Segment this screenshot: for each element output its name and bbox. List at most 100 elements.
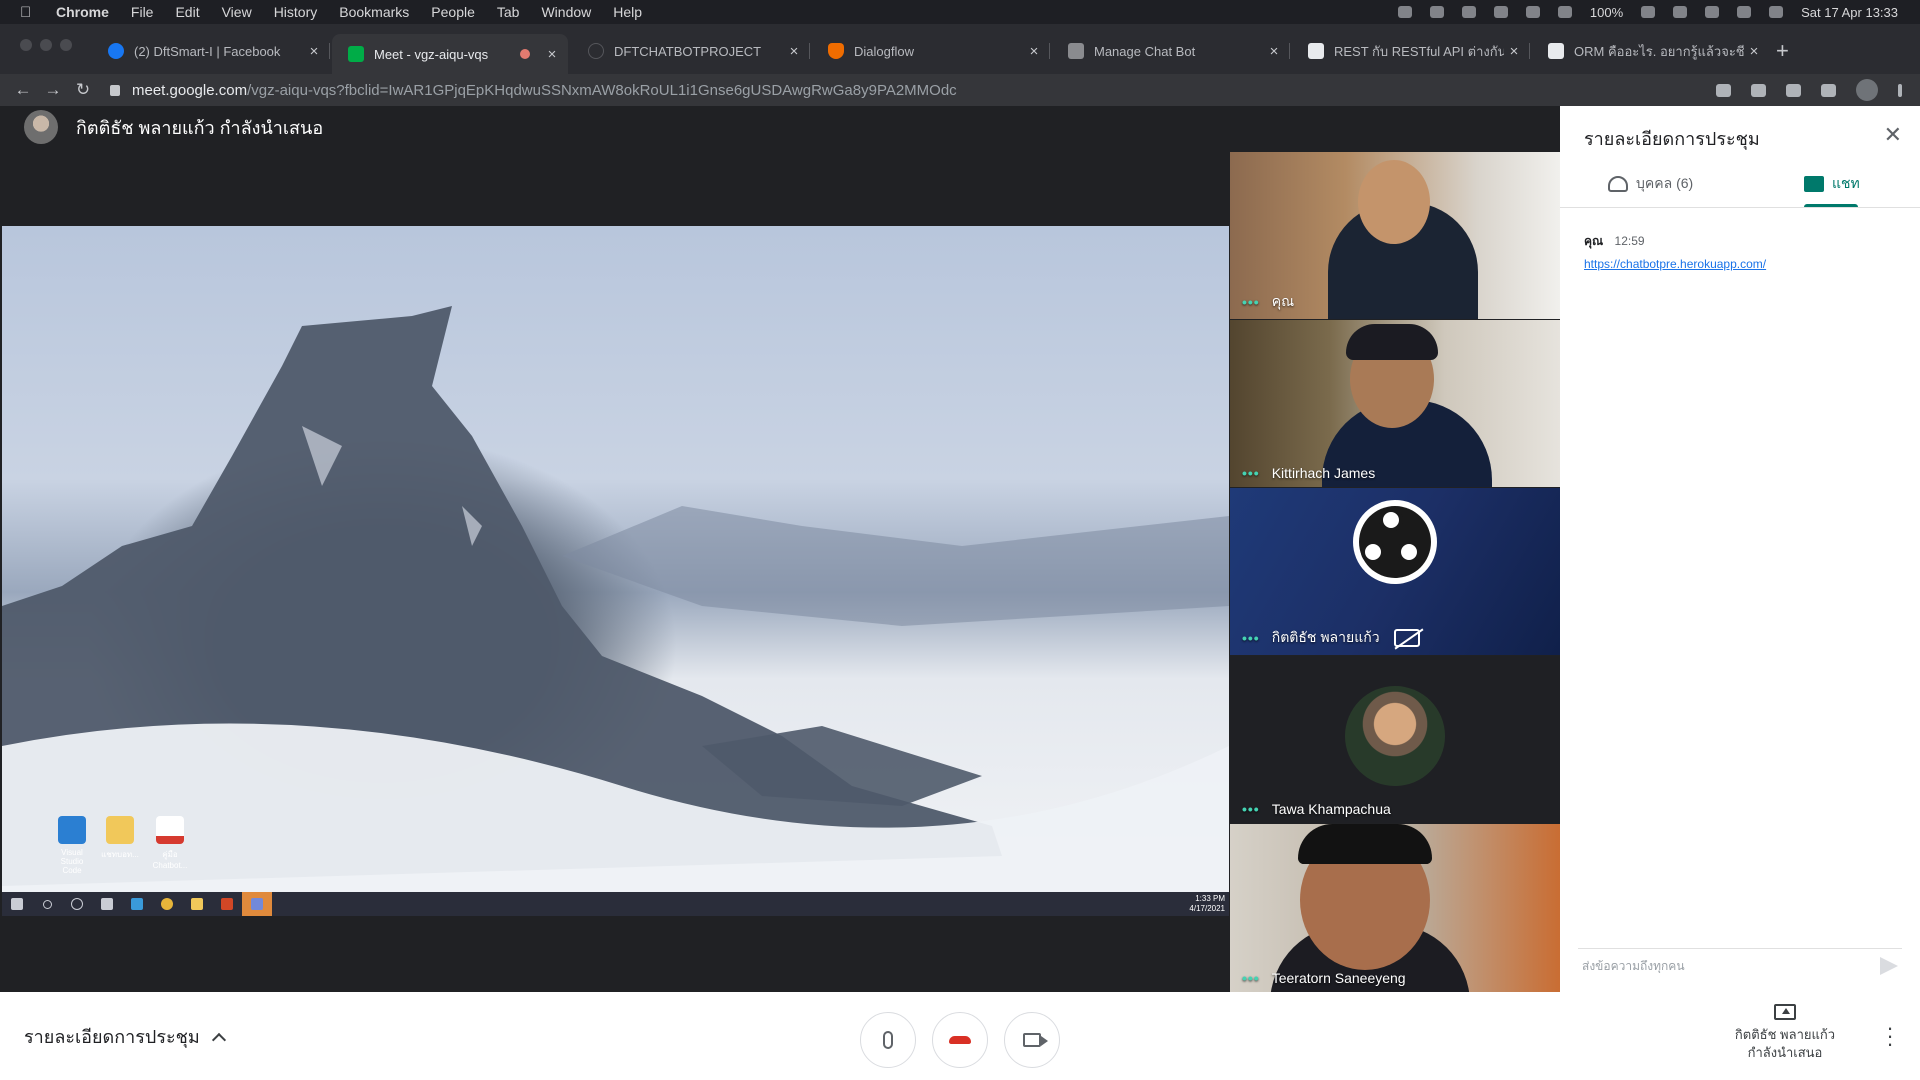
desktop-icon-vscode[interactable]: Visual Studio Code xyxy=(50,816,94,875)
cortana-icon[interactable] xyxy=(62,892,92,916)
tab-rest-api[interactable]: REST กับ RESTful API ต่างกันอย่างไร × xyxy=(1292,34,1530,68)
dialogflow-icon xyxy=(828,43,844,59)
spotlight-search-icon[interactable] xyxy=(1705,6,1720,18)
translate-icon[interactable] xyxy=(1751,83,1766,97)
more-options-icon[interactable]: · · · xyxy=(1880,1017,1900,1055)
participant-tile-kittirhach[interactable]: ••• Kittirhach James xyxy=(1230,320,1560,487)
tab-facebook[interactable]: (2) DftSmart-I | Facebook × xyxy=(92,34,330,68)
tab-title: Manage Chat Bot xyxy=(1094,43,1196,59)
browser-tab-strip: (2) DftSmart-I | Facebook × Meet - vgz-a… xyxy=(0,24,1920,74)
tab-people[interactable]: บุคคล (6) xyxy=(1608,164,1693,204)
tab-meet[interactable]: Meet - vgz-aiqu-vqs × xyxy=(332,34,568,74)
menu-people[interactable]: People xyxy=(431,4,475,20)
tab-dialogflow[interactable]: Dialogflow × xyxy=(812,34,1050,68)
lock-icon[interactable] xyxy=(110,84,120,96)
sync-icon[interactable] xyxy=(1429,6,1444,18)
participant-tile-teeratorn[interactable]: ••• Teeratorn Saneeyeng xyxy=(1230,824,1560,992)
apple-icon[interactable]:  xyxy=(20,4,40,21)
tab-title: Dialogflow xyxy=(854,43,914,59)
record-status-icon[interactable] xyxy=(1397,6,1412,18)
wifi-icon[interactable] xyxy=(1673,6,1688,18)
desktop-icon-label: แชทบอท... xyxy=(101,850,139,859)
menu-help[interactable]: Help xyxy=(613,4,642,20)
menu-history[interactable]: History xyxy=(274,4,318,20)
menu-edit[interactable]: Edit xyxy=(175,4,199,20)
meeting-details-label: รายละเอียดการประชุม xyxy=(24,1027,200,1047)
battery-percent: 100% xyxy=(1589,4,1624,20)
tab-manage-chat-bot[interactable]: Manage Chat Bot × xyxy=(1052,34,1290,68)
menu-app-name[interactable]: Chrome xyxy=(56,4,109,20)
new-tab-button[interactable]: + xyxy=(1776,38,1789,64)
close-tab-icon[interactable]: × xyxy=(1744,43,1764,60)
send-icon[interactable] xyxy=(1880,956,1898,975)
desktop-icon-pdf[interactable]: คู่มือ Chatbot... xyxy=(148,816,192,870)
docker-icon[interactable] xyxy=(1525,6,1540,18)
discord-icon[interactable] xyxy=(242,892,272,916)
powerpoint-icon[interactable] xyxy=(212,892,242,916)
extensions-puzzle-icon[interactable] xyxy=(1821,83,1836,97)
close-tab-icon[interactable]: × xyxy=(1264,43,1284,60)
task-view-icon[interactable] xyxy=(92,892,122,916)
participant-tile-you[interactable]: ••• คุณ xyxy=(1230,152,1560,319)
meet-view: กิตติธัช พลายแก้ว กำลังนำเสนอ Visual Stu… xyxy=(0,106,1920,1080)
tab-orm[interactable]: ORM คืออะไร. อยากรู้แล้วจะชีวิต × xyxy=(1532,34,1770,68)
camera-button[interactable] xyxy=(1004,1012,1060,1068)
participant-name-label: ••• คุณ xyxy=(1242,291,1294,313)
tab-chat[interactable]: แชท xyxy=(1804,164,1860,204)
window-minimize-button[interactable] xyxy=(40,39,52,51)
participant-tile-tawa[interactable]: ••• Tawa Khampachua xyxy=(1230,656,1560,823)
close-tab-icon[interactable]: × xyxy=(542,46,562,63)
tab-dftchatbotproject[interactable]: DFTCHATBOTPROJECT × xyxy=(572,34,810,68)
close-tab-icon[interactable]: × xyxy=(1024,43,1044,60)
chat-message-input[interactable] xyxy=(1578,958,1880,973)
control-center-icon[interactable] xyxy=(1737,6,1752,18)
windows-start-icon[interactable] xyxy=(2,892,32,916)
meeting-details-button[interactable]: รายละเอียดการประชุม xyxy=(24,1022,226,1051)
notes-icon[interactable] xyxy=(1557,6,1572,18)
windows-clock[interactable]: 1:33 PM 4/17/2021 xyxy=(1189,894,1229,914)
file-explorer-icon[interactable] xyxy=(182,892,212,916)
participant-tile-kittitat[interactable]: ••• กิตติธัช พลายแก้ว xyxy=(1230,488,1560,655)
chrome-menu-icon[interactable] xyxy=(1898,83,1902,97)
chrome-taskbar-icon[interactable] xyxy=(152,892,182,916)
bookmark-star-icon[interactable] xyxy=(1786,83,1801,97)
shared-screen[interactable]: Visual Studio Code แชทบอท... คู่มือ Chat… xyxy=(2,226,1229,916)
tab-people-label: บุคคล (6) xyxy=(1636,175,1694,191)
camera-off-icon xyxy=(1393,629,1420,647)
edge-icon[interactable] xyxy=(122,892,152,916)
menu-tab[interactable]: Tab xyxy=(497,4,520,20)
close-tab-icon[interactable]: × xyxy=(784,43,804,60)
menu-clock[interactable]: Sat 17 Apr 13:33 xyxy=(1801,5,1898,20)
window-zoom-button[interactable] xyxy=(60,39,72,51)
reload-icon[interactable]: ↻ xyxy=(68,80,98,100)
desktop-icon-folder[interactable]: แชทบอท... xyxy=(98,816,142,861)
line-app-icon[interactable] xyxy=(1493,6,1508,18)
toolbar-actions xyxy=(1716,79,1920,101)
menu-bookmarks[interactable]: Bookmarks xyxy=(339,4,409,20)
microphone-button[interactable] xyxy=(860,1012,916,1068)
menu-view[interactable]: View xyxy=(222,4,252,20)
close-tab-icon[interactable]: × xyxy=(304,43,324,60)
siri-icon[interactable] xyxy=(1769,6,1784,18)
message-link[interactable]: https://chatbotpre.herokuapp.com/ xyxy=(1584,257,1766,271)
menu-file[interactable]: File xyxy=(131,4,154,20)
close-tab-icon[interactable]: × xyxy=(1504,43,1524,60)
participant-name-label: ••• Kittirhach James xyxy=(1242,465,1375,481)
address-bar[interactable]: meet.google.com /vgz-aiqu-vqs?fbclid=IwA… xyxy=(110,82,957,99)
windows-search-icon[interactable] xyxy=(32,892,62,916)
battery-icon[interactable] xyxy=(1641,6,1656,18)
participant-avatar xyxy=(1345,686,1445,786)
camera-in-use-icon[interactable] xyxy=(1716,83,1731,97)
window-close-button[interactable] xyxy=(20,39,32,51)
presenting-button[interactable]: กิตติธัช พลายแก้ว กำลังนำเสนอ xyxy=(1700,1004,1870,1062)
windows-clock-date: 4/17/2021 xyxy=(1189,904,1225,913)
menu-window[interactable]: Window xyxy=(541,4,591,20)
profile-avatar[interactable] xyxy=(1856,79,1878,101)
chat-message: คุณ 12:59 https://chatbotpre.herokuapp.c… xyxy=(1584,232,1766,271)
back-arrow-icon[interactable]: ← xyxy=(8,80,38,100)
forward-arrow-icon[interactable]: → xyxy=(38,80,68,100)
leave-call-button[interactable] xyxy=(932,1012,988,1068)
cloud-icon[interactable] xyxy=(1461,6,1476,18)
url-host: meet.google.com xyxy=(132,81,248,99)
close-panel-icon[interactable]: ✕ xyxy=(1884,122,1902,148)
